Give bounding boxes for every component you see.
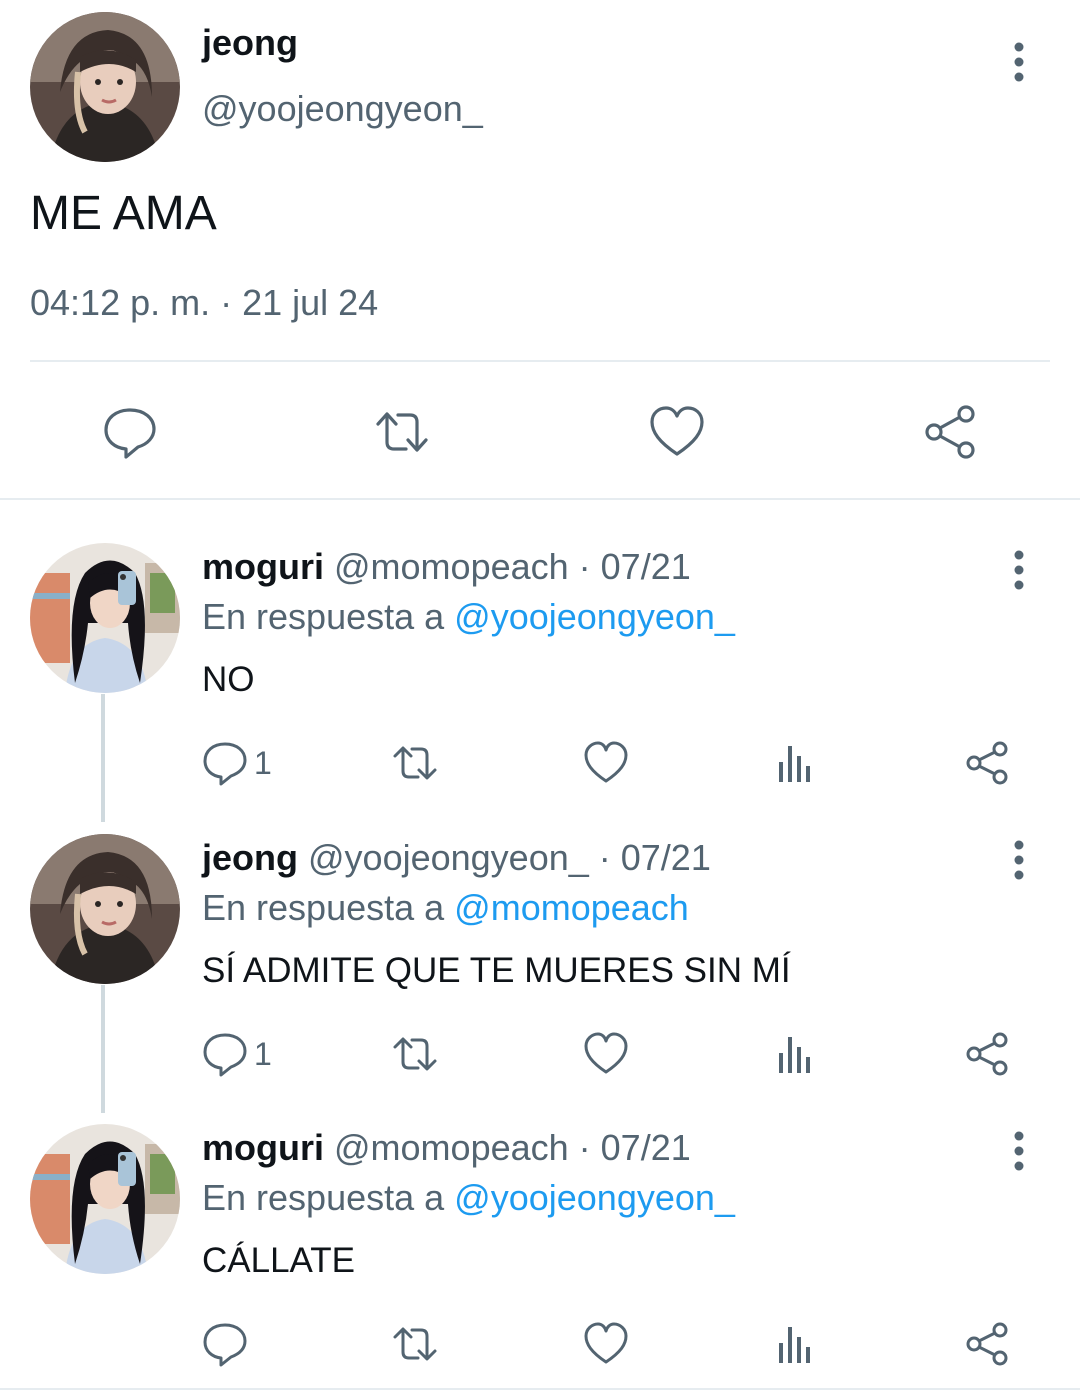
like-button[interactable] bbox=[583, 1320, 629, 1368]
retweet-icon bbox=[393, 1037, 437, 1071]
reply-icon bbox=[203, 1323, 247, 1367]
more-options-icon[interactable] bbox=[1004, 1129, 1034, 1173]
more-options-icon[interactable] bbox=[1004, 838, 1034, 882]
reply-handle-date: @momopeach · 07/21 bbox=[324, 1127, 691, 1168]
reply-header: jeong @yoojeongyeon_ · 07/21 bbox=[202, 837, 711, 879]
reply-header: moguri @momopeach · 07/21 bbox=[202, 1127, 691, 1169]
reply-prefix: En respuesta a bbox=[202, 596, 455, 637]
thread-line bbox=[101, 694, 105, 822]
reply-handle-date: @momopeach · 07/21 bbox=[324, 546, 691, 587]
reply-author-name[interactable]: moguri bbox=[202, 546, 324, 587]
views-button[interactable] bbox=[773, 1030, 819, 1078]
reply-context: En respuesta a @momopeach bbox=[202, 887, 689, 929]
reply-button[interactable]: 1 bbox=[202, 1030, 272, 1078]
author-handle[interactable]: @yoojeongyeon_ bbox=[202, 88, 483, 130]
share-button[interactable] bbox=[964, 1320, 1010, 1368]
divider bbox=[0, 1388, 1080, 1390]
reply-author-name[interactable]: jeong bbox=[202, 837, 298, 878]
reply-mention-link[interactable]: @yoojeongyeon_ bbox=[454, 596, 735, 637]
reply-text: NO bbox=[202, 660, 255, 699]
views-button[interactable] bbox=[773, 1320, 819, 1368]
like-icon[interactable] bbox=[649, 404, 705, 460]
divider bbox=[0, 498, 1080, 500]
retweet-icon[interactable] bbox=[374, 404, 430, 460]
tweet-timestamp: 04:12 p. m. · 21 jul 24 bbox=[30, 282, 379, 323]
reply-icon bbox=[203, 1033, 247, 1077]
like-icon bbox=[584, 1032, 628, 1074]
share-button[interactable] bbox=[964, 1030, 1010, 1078]
views-icon bbox=[779, 1037, 810, 1073]
share-icon[interactable] bbox=[922, 404, 978, 460]
reply-icon[interactable] bbox=[102, 404, 158, 460]
retweet-icon bbox=[393, 1327, 437, 1361]
views-icon bbox=[779, 1327, 810, 1363]
more-options-icon[interactable] bbox=[1004, 548, 1034, 592]
views-button[interactable] bbox=[773, 739, 819, 787]
author-name[interactable]: jeong bbox=[202, 22, 298, 64]
reply-author-name[interactable]: moguri bbox=[202, 1127, 324, 1168]
share-icon bbox=[966, 741, 1008, 785]
reply-button[interactable] bbox=[202, 1320, 254, 1368]
reply-count: 1 bbox=[254, 1035, 272, 1072]
share-button[interactable] bbox=[964, 739, 1010, 787]
tweet-thread-screen: jeong @yoojeongyeon_ ME AMA 04:12 p. m. … bbox=[0, 0, 1080, 1392]
reply-text: SÍ ADMITE QUE TE MUERES SIN MÍ bbox=[202, 951, 791, 990]
share-icon bbox=[966, 1032, 1008, 1076]
reply-mention-link[interactable]: @yoojeongyeon_ bbox=[454, 1177, 735, 1218]
reply-button[interactable]: 1 bbox=[202, 739, 272, 787]
like-button[interactable] bbox=[583, 739, 629, 787]
avatar-moguri[interactable] bbox=[30, 543, 180, 693]
like-icon bbox=[584, 1322, 628, 1364]
like-icon bbox=[584, 741, 628, 783]
avatar-moguri[interactable] bbox=[30, 1124, 180, 1274]
avatar-jeong[interactable] bbox=[30, 12, 180, 162]
more-options-icon[interactable] bbox=[1004, 40, 1034, 84]
reply-header: moguri @momopeach · 07/21 bbox=[202, 546, 691, 588]
share-icon bbox=[966, 1322, 1008, 1366]
reply-context: En respuesta a @yoojeongyeon_ bbox=[202, 596, 735, 638]
retweet-button[interactable] bbox=[392, 1320, 438, 1368]
avatar-jeong[interactable] bbox=[30, 834, 180, 984]
reply-context: En respuesta a @yoojeongyeon_ bbox=[202, 1177, 735, 1219]
reply-prefix: En respuesta a bbox=[202, 887, 455, 928]
like-button[interactable] bbox=[583, 1030, 629, 1078]
reply-count: 1 bbox=[254, 744, 272, 781]
reply-text: CÁLLATE bbox=[202, 1241, 356, 1280]
views-icon bbox=[779, 746, 810, 782]
thread-line bbox=[101, 985, 105, 1113]
reply-handle-date: @yoojeongyeon_ · 07/21 bbox=[298, 837, 711, 878]
divider bbox=[30, 360, 1050, 362]
retweet-button[interactable] bbox=[392, 739, 438, 787]
retweet-button[interactable] bbox=[392, 1030, 438, 1078]
tweet-text: ME AMA bbox=[30, 187, 217, 240]
reply-mention-link[interactable]: @momopeach bbox=[454, 887, 689, 928]
reply-prefix: En respuesta a bbox=[202, 1177, 455, 1218]
reply-icon bbox=[203, 742, 247, 786]
retweet-icon bbox=[393, 746, 437, 780]
